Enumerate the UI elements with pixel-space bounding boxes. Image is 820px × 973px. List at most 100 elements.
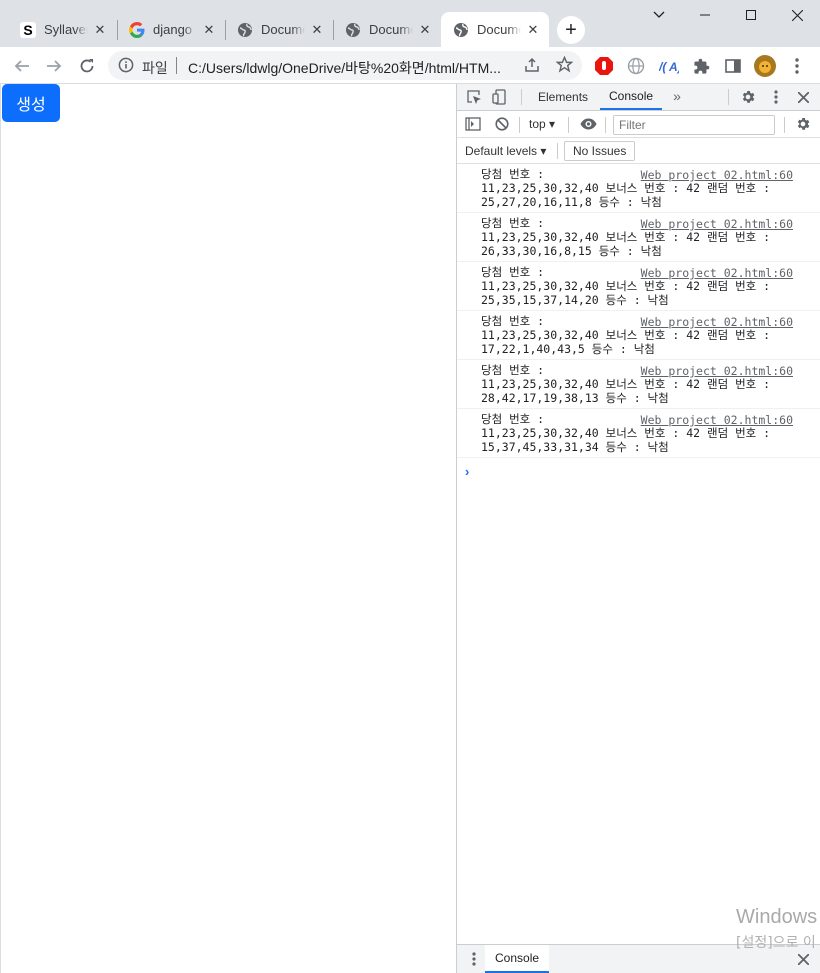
toolbar-divider — [521, 89, 522, 105]
message-line: 26,33,30,16,8,15 등수 : 낙첨 — [481, 244, 662, 258]
console-message: Web project 02.html:60 당첨 번호 : 11,23,25,… — [457, 360, 820, 409]
devtools-panel: Elements Console » top ▾ Filter Default … — [456, 84, 820, 973]
close-icon[interactable]: ✕ — [92, 22, 108, 38]
gear-icon[interactable] — [739, 88, 757, 106]
browser-toolbar: 파일 C:/Users/ldwlg/OneDrive/바탕%20화면/html/… — [0, 47, 820, 84]
plus-icon: + — [565, 18, 577, 41]
browser-tab-0[interactable]: S Syllavers ✕ — [8, 12, 116, 47]
message-line: 17,22,1,40,43,5 등수 : 낙첨 — [481, 342, 655, 356]
tab-search-button[interactable] — [636, 0, 682, 30]
context-selector[interactable]: top ▾ — [529, 117, 555, 131]
info-icon[interactable] — [118, 57, 134, 76]
close-icon[interactable]: ✕ — [417, 22, 433, 38]
close-icon[interactable]: ✕ — [525, 22, 541, 38]
console-message: Web project 02.html:60 당첨 번호 : 11,23,25,… — [457, 262, 820, 311]
close-icon[interactable] — [794, 950, 812, 968]
extensions-button[interactable] — [687, 52, 715, 80]
log-levels-dropdown[interactable]: Default levels ▾ — [465, 144, 546, 158]
tab-title: Docume — [261, 22, 305, 37]
translate-icon: /(A) — [659, 60, 679, 74]
minimize-icon — [700, 14, 710, 16]
tab-strip: S Syllavers ✕ django ✕ Docume ✕ Docume ✕… — [0, 0, 820, 47]
globe-icon — [237, 22, 253, 38]
source-link[interactable]: Web project 02.html:60 — [641, 217, 793, 231]
filter-input[interactable] — [613, 115, 775, 135]
inspect-element-icon[interactable] — [465, 88, 483, 106]
browser-tab-3[interactable]: Docume ✕ — [333, 12, 441, 47]
message-line: 15,37,45,33,31,34 등수 : 낙첨 — [481, 440, 669, 454]
sidebar-toggle-icon[interactable] — [464, 115, 482, 133]
console-toolbar: top ▾ — [457, 111, 820, 138]
source-link[interactable]: Web project 02.html:60 — [641, 168, 793, 182]
toolbar-divider — [557, 143, 558, 159]
message-line: 25,35,15,37,14,20 등수 : 낙첨 — [481, 293, 669, 307]
tab-elements[interactable]: Elements — [538, 84, 588, 110]
tab-title: Syllavers — [44, 22, 88, 37]
source-link[interactable]: Web project 02.html:60 — [641, 364, 793, 378]
address-bar[interactable]: 파일 C:/Users/ldwlg/OneDrive/바탕%20화면/html/… — [108, 51, 582, 80]
svg-text:A): A) — [668, 60, 679, 74]
globe-icon — [627, 57, 645, 75]
eye-icon[interactable] — [579, 115, 597, 133]
browser-tab-active[interactable]: Docume ✕ — [441, 12, 549, 47]
message-line: 11,23,25,30,32,40 보너스 번호 : 42 랜덤 번호 : — [481, 279, 771, 293]
source-link[interactable]: Web project 02.html:60 — [641, 266, 793, 280]
adblock-extension-button[interactable] — [590, 52, 618, 80]
side-panel-icon — [725, 59, 741, 73]
generate-button[interactable]: 생성 — [2, 84, 60, 122]
back-button[interactable] — [8, 52, 36, 80]
console-message: Web project 02.html:60 당첨 번호 : 11,23,25,… — [457, 213, 820, 262]
drawer-tab-console[interactable]: Console — [485, 945, 550, 973]
arrow-right-icon — [47, 60, 62, 72]
toolbar-divider — [728, 89, 729, 105]
google-g-icon — [129, 21, 145, 38]
close-icon — [791, 9, 803, 21]
browser-tab-2[interactable]: Docume ✕ — [225, 12, 333, 47]
toolbar-divider — [784, 117, 785, 133]
more-vert-icon — [795, 58, 799, 74]
source-link[interactable]: Web project 02.html:60 — [641, 315, 793, 329]
forward-button[interactable] — [40, 52, 68, 80]
message-line: 25,27,20,16,11,8 등수 : 낙첨 — [481, 195, 662, 209]
url-text[interactable]: C:/Users/ldwlg/OneDrive/바탕%20화면/html/HTM… — [188, 58, 501, 78]
close-icon[interactable] — [794, 88, 812, 106]
reload-icon — [80, 59, 94, 73]
maximize-icon — [746, 10, 756, 20]
scheme-label: 파일 — [142, 60, 168, 76]
more-tabs-icon[interactable]: » — [668, 87, 686, 105]
source-link[interactable]: Web project 02.html:60 — [641, 413, 793, 427]
close-icon[interactable]: ✕ — [201, 22, 217, 38]
issues-button[interactable]: No Issues — [564, 141, 636, 161]
globe-extension-button[interactable] — [622, 52, 650, 80]
close-icon[interactable]: ✕ — [309, 22, 325, 38]
browser-menu-button[interactable] — [783, 52, 811, 80]
s-logo-icon: S — [20, 21, 36, 38]
message-line: 28,42,17,19,38,13 등수 : 낙첨 — [481, 391, 669, 405]
console-levels-bar: Default levels ▾ No Issues — [457, 138, 820, 164]
star-icon[interactable] — [555, 55, 574, 76]
log-levels-label: Default levels — [465, 144, 538, 158]
maximize-button[interactable] — [728, 0, 774, 30]
gear-icon[interactable] — [794, 115, 812, 133]
tab-console[interactable]: Console — [600, 84, 663, 110]
globe-icon — [453, 22, 469, 38]
side-panel-button[interactable] — [719, 52, 747, 80]
window-close-button[interactable] — [774, 0, 820, 30]
clear-console-icon[interactable] — [493, 115, 511, 133]
activation-watermark: Windows — [736, 906, 818, 928]
profile-button[interactable] — [751, 52, 779, 80]
device-toolbar-icon[interactable] — [491, 88, 509, 106]
more-vert-icon[interactable] — [767, 88, 785, 106]
new-tab-button[interactable]: + — [557, 16, 585, 44]
console-prompt-chevron-icon[interactable]: › — [465, 464, 469, 479]
context-label: top — [529, 117, 546, 131]
browser-tab-1[interactable]: django ✕ — [117, 12, 225, 47]
svg-text:S: S — [23, 22, 32, 38]
share-icon[interactable] — [524, 57, 540, 76]
page-viewport: 생성 — [0, 84, 456, 973]
translate-extension-button[interactable]: /(A) — [655, 52, 683, 80]
reload-button[interactable] — [73, 52, 101, 80]
minimize-button[interactable] — [682, 0, 728, 30]
console-messages: Web project 02.html:60 당첨 번호 : 11,23,25,… — [457, 164, 820, 458]
more-vert-icon[interactable] — [465, 950, 483, 968]
